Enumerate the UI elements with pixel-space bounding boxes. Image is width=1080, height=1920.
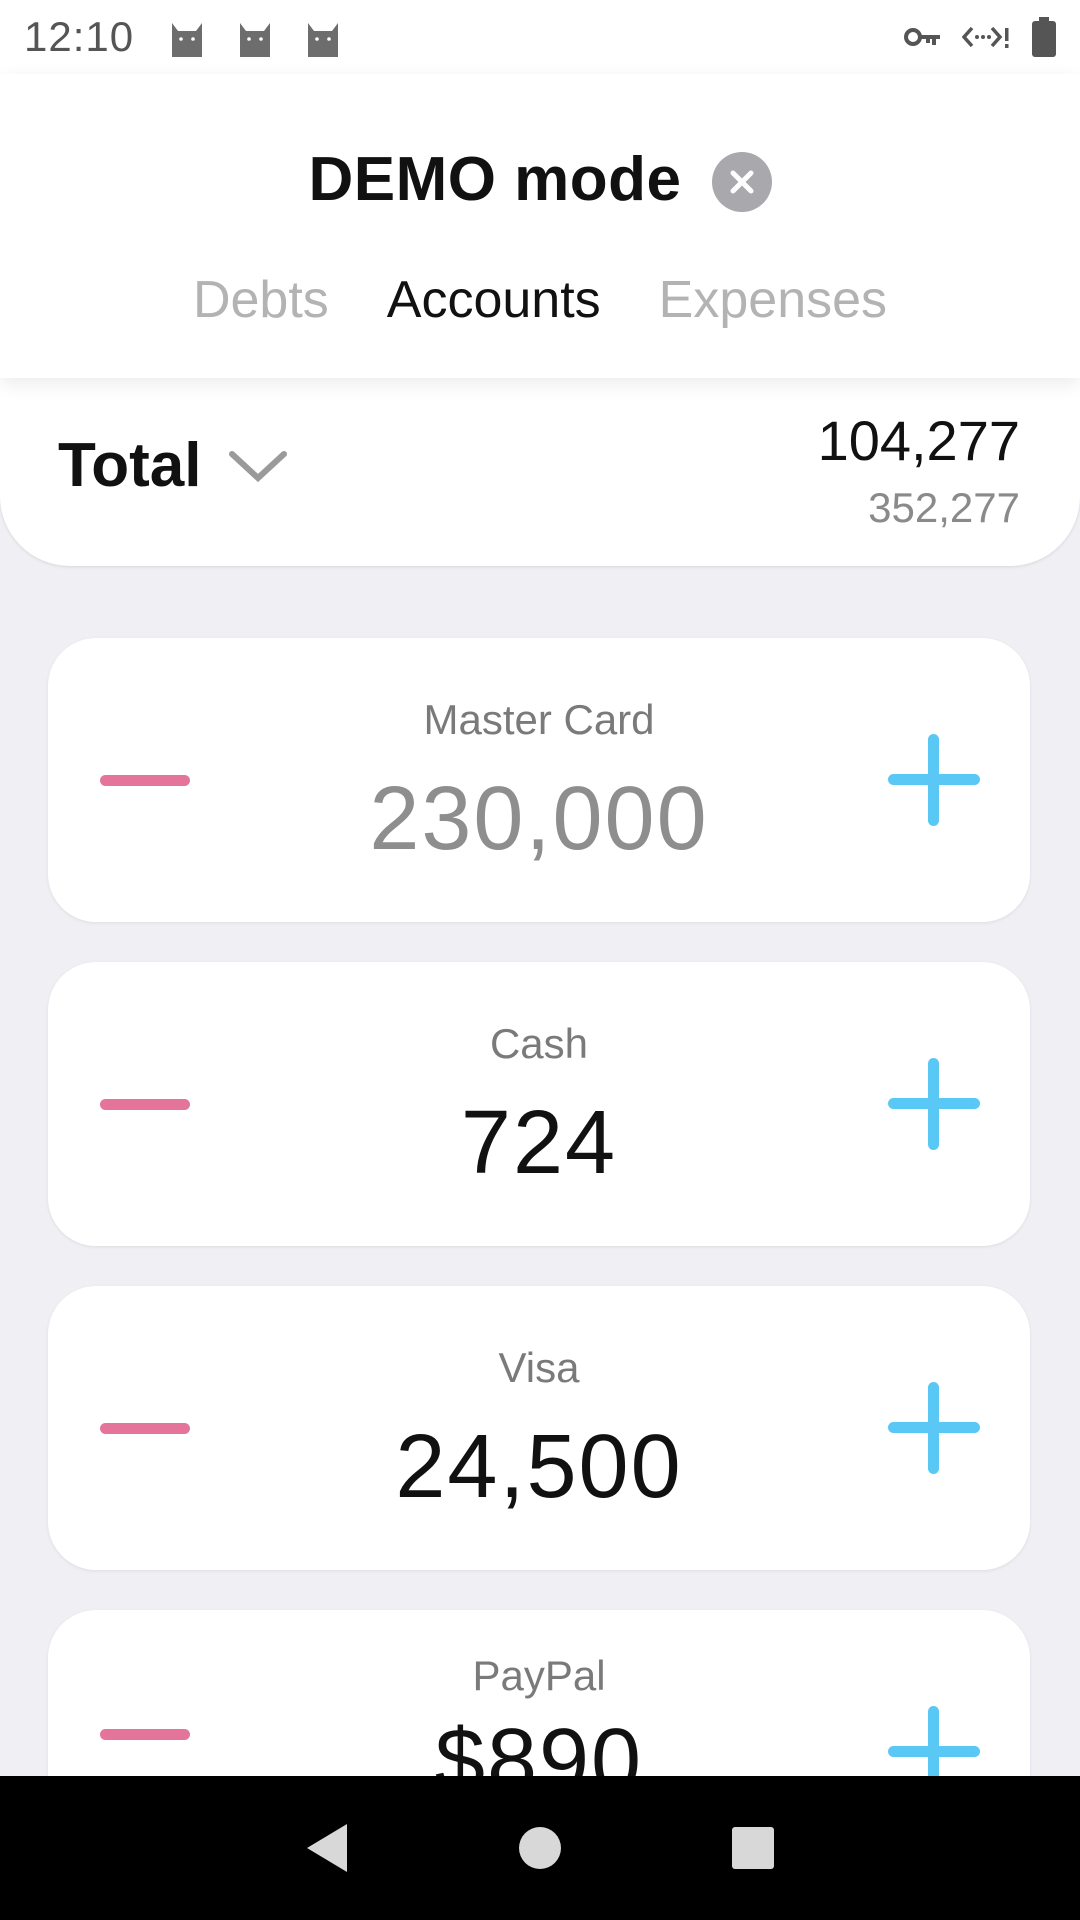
status-bar: 12:10 <box>0 0 1080 74</box>
increase-button[interactable] <box>888 1058 980 1150</box>
cat-icon <box>308 23 339 57</box>
recents-icon <box>732 1827 775 1869</box>
tab-bar: Debts Accounts Expenses <box>0 260 1080 340</box>
back-icon <box>306 1824 347 1872</box>
total-primary-value: 104,277 <box>817 409 1020 472</box>
chevron-down-icon[interactable] <box>228 448 288 484</box>
account-card-visa[interactable]: Visa 24,500 <box>48 1286 1030 1570</box>
home-icon <box>518 1827 561 1869</box>
total-label: Total <box>58 431 202 500</box>
data-icon <box>962 26 1009 48</box>
account-amount: 724 <box>460 1093 618 1193</box>
vpn-key-icon <box>904 28 940 46</box>
plus-icon-stroke <box>928 1058 939 1150</box>
increase-button[interactable] <box>888 734 980 826</box>
cat-icon <box>240 23 271 57</box>
tab-expenses[interactable]: Expenses <box>659 270 887 330</box>
account-name: Master Card <box>423 696 655 743</box>
notification-icons <box>168 17 342 57</box>
close-icon <box>730 170 754 194</box>
increase-button[interactable] <box>888 1382 980 1474</box>
account-name: Visa <box>498 1344 580 1391</box>
tab-debts[interactable]: Debts <box>193 270 329 330</box>
status-time: 12:10 <box>24 13 135 60</box>
title-row: DEMO mode <box>0 124 1080 234</box>
total-summary[interactable]: Total 104,277 352,277 <box>0 378 1080 566</box>
recents-button[interactable] <box>708 1803 798 1893</box>
close-demo-button[interactable] <box>711 152 772 212</box>
account-name: PayPal <box>472 1652 606 1699</box>
account-amount: 24,500 <box>395 1417 683 1517</box>
plus-icon-stroke <box>928 734 939 826</box>
home-button[interactable] <box>495 1803 585 1893</box>
account-card-cash[interactable]: Cash 724 <box>48 962 1030 1246</box>
system-nav-bar <box>0 1776 1080 1920</box>
screen: 12:10 DEMO mode Debts Accounts Expenses … <box>0 0 1080 1920</box>
plus-icon-stroke <box>928 1382 939 1474</box>
tab-accounts[interactable]: Accounts <box>387 270 601 330</box>
account-name: Cash <box>489 1020 589 1067</box>
status-right-icons <box>904 17 1056 57</box>
total-secondary-value: 352,277 <box>868 484 1020 531</box>
account-card-master-card[interactable]: Master Card 230,000 <box>48 638 1030 922</box>
account-amount: 230,000 <box>369 769 709 869</box>
page-title: DEMO mode <box>308 144 682 214</box>
battery-icon <box>1032 17 1056 57</box>
back-button[interactable] <box>282 1803 372 1893</box>
header: DEMO mode Debts Accounts Expenses <box>0 74 1080 378</box>
cat-icon <box>172 23 203 57</box>
